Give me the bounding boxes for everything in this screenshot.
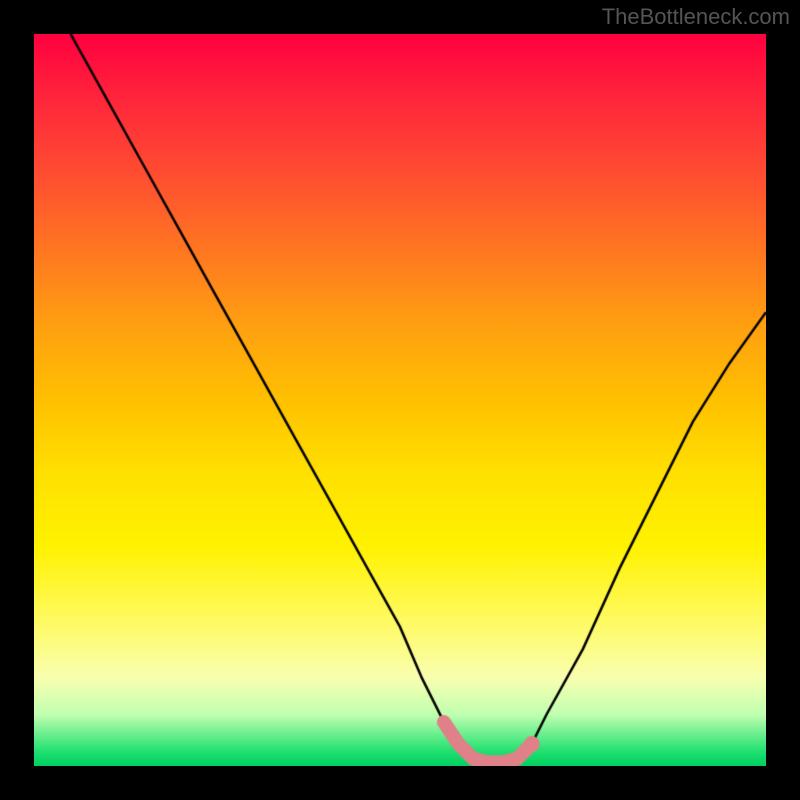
chart-curve-canvas — [34, 34, 766, 766]
watermark-text: TheBottleneck.com — [602, 4, 790, 30]
